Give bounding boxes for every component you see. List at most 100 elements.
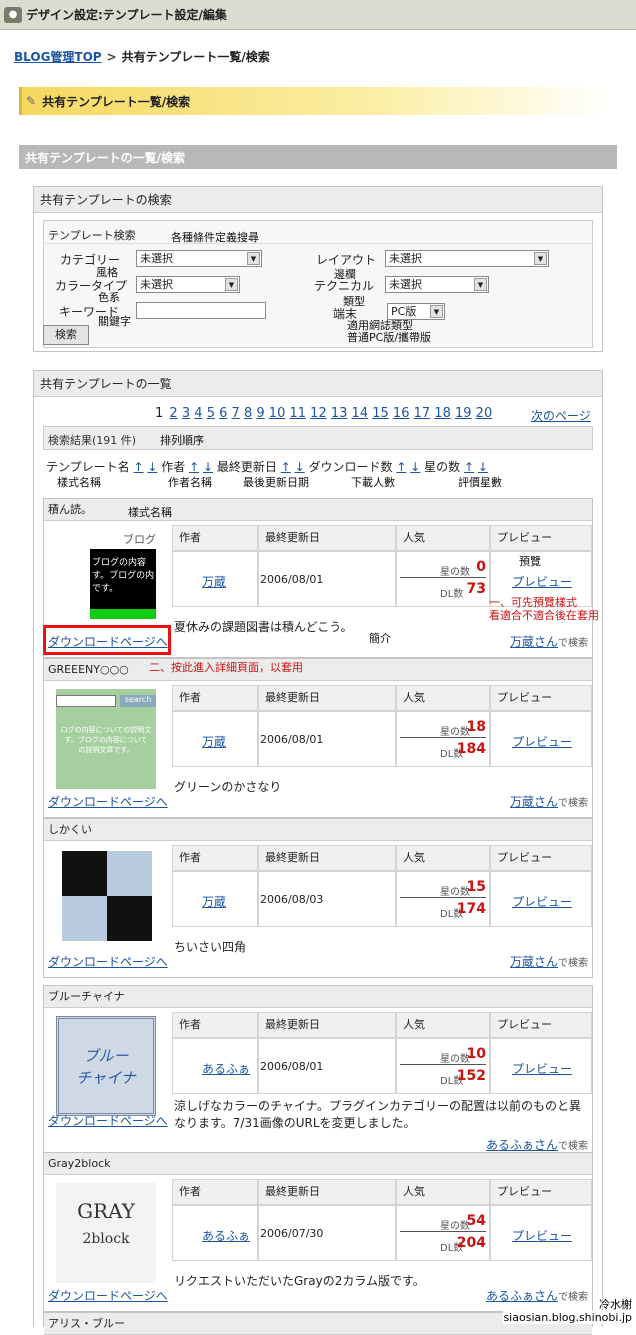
template-thumbnail[interactable]: search ログの内容についての説明文 す。ブログの内容について の説明文章です… (56, 689, 156, 789)
page-link[interactable]: 12 (310, 406, 327, 421)
page-link[interactable]: 9 (256, 406, 264, 421)
category-select[interactable]: 未選択 ▼ (136, 250, 262, 267)
technical-label: テクニカル (314, 279, 375, 293)
page-link[interactable]: 13 (331, 406, 348, 421)
search-by-author-link[interactable]: 万蔵さん (510, 955, 558, 969)
sort-updated-desc[interactable]: ↓ (295, 460, 305, 474)
author-link[interactable]: 万蔵 (202, 573, 226, 590)
col-author-header: 作者 (172, 525, 258, 551)
sort-author-asc[interactable]: ↑ (189, 460, 199, 474)
sort-name-asc[interactable]: ↑ (133, 460, 143, 474)
preview-link[interactable]: プレビュー (512, 733, 572, 750)
author-link[interactable]: あるふぁ (202, 1227, 250, 1244)
preview-annotation: 預覽 (519, 555, 541, 568)
search-by-author-link[interactable]: 万蔵さん (510, 795, 558, 809)
search-sub-annotation: 各種條件定義搜尋 (171, 231, 259, 244)
page-link[interactable]: 7 (232, 406, 240, 421)
preview-link[interactable]: プレビュー (512, 573, 572, 590)
updated-date: 2006/07/30 (260, 1227, 324, 1240)
page-link[interactable]: 19 (455, 406, 472, 421)
page-link[interactable]: 17 (414, 406, 431, 421)
download-page-link[interactable]: ダウンロードページへ (48, 953, 168, 970)
pencil-icon: ✎ (26, 94, 37, 108)
page-link[interactable]: 2 (169, 406, 177, 421)
thumb-text-2: 2block (82, 1231, 130, 1247)
template-name: しかくい (44, 819, 592, 841)
dropdown-arrow-icon: ▼ (247, 252, 260, 265)
search-by-author-link[interactable]: あるふぁさん (486, 1289, 558, 1303)
popularity-divider (400, 577, 486, 578)
page-link[interactable]: 20 (476, 406, 493, 421)
sort-name-desc[interactable]: ↓ (147, 460, 157, 474)
sort-stars-annotation: 評價星數 (458, 476, 502, 489)
sort-author-desc[interactable]: ↓ (203, 460, 213, 474)
updated-date: 2006/08/01 (260, 1060, 324, 1073)
stars-count: 10 (466, 1046, 486, 1062)
sort-downloads-asc[interactable]: ↑ (396, 460, 406, 474)
keyword-input[interactable] (136, 302, 266, 319)
page-link[interactable]: 4 (194, 406, 202, 421)
template-thumbnail[interactable]: ブルー チャイナ (56, 1016, 156, 1116)
page-link[interactable]: 18 (434, 406, 451, 421)
search-by-author: あるふぁさんで検索 (486, 1136, 588, 1153)
page-link[interactable]: 16 (393, 406, 410, 421)
author-link[interactable]: あるふぁ (202, 1060, 250, 1077)
author-link[interactable]: 万蔵 (202, 733, 226, 750)
dropdown-arrow-icon: ▼ (225, 278, 238, 291)
breadcrumb-home-link[interactable]: BLOG管理TOP (14, 50, 102, 64)
sort-updated-asc[interactable]: ↑ (281, 460, 291, 474)
template-entry: GREEENY○○○ search ログの内容についての説明文 す。ブログの内容につ… (43, 658, 593, 818)
color-type-select[interactable]: 未選択 ▼ (136, 276, 240, 293)
template-name: GREEENY○○○ (44, 659, 592, 681)
downloads-count: 204 (456, 1235, 486, 1251)
preview-link[interactable]: プレビュー (512, 1060, 572, 1077)
col-popular-header: 人気 (396, 685, 490, 711)
download-page-link[interactable]: ダウンロードページへ (48, 1112, 168, 1129)
device-annotation-2: 普通PC版/攜帶版 (347, 331, 432, 344)
search-by-author-link[interactable]: 万蔵さん (510, 635, 558, 649)
col-popular-header: 人気 (396, 525, 490, 551)
section-header: ✎ 共有テンプレート一覧/検索 (19, 87, 607, 115)
col-popular-header: 人気 (396, 845, 490, 871)
preview-link[interactable]: プレビュー (512, 1227, 572, 1244)
sort-name-annotation: 樣式名稱 (57, 476, 101, 489)
page-link[interactable]: 8 (244, 406, 252, 421)
search-by-author-link[interactable]: あるふぁさん (486, 1138, 558, 1152)
col-preview-header: プレビュー (490, 685, 592, 711)
preview-link[interactable]: プレビュー (512, 893, 572, 910)
page-link[interactable]: 15 (372, 406, 389, 421)
page-link[interactable]: 14 (352, 406, 369, 421)
download-page-link[interactable]: ダウンロードページへ (48, 793, 168, 810)
sort-stars-desc[interactable]: ↓ (478, 460, 488, 474)
updated-date: 2006/08/01 (260, 733, 324, 746)
search-by-author: 万蔵さんで検索 (510, 793, 588, 810)
col-preview-header: プレビュー (490, 525, 592, 551)
search-suffix: で検索 (558, 1292, 588, 1303)
sort-stars-asc[interactable]: ↑ (464, 460, 474, 474)
downloads-count: 184 (456, 741, 486, 757)
popularity-divider (400, 897, 486, 898)
breadcrumb: BLOG管理TOP > 共有テンプレート一覧/検索 (14, 48, 270, 65)
search-button[interactable]: 検索 (43, 325, 89, 345)
page-link[interactable]: 3 (182, 406, 190, 421)
next-page-link[interactable]: 次のページ (531, 407, 591, 424)
download-page-link[interactable]: ダウンロードページへ (48, 1287, 168, 1304)
sort-name-label: テンプレート名 (46, 460, 130, 474)
page-link[interactable]: 10 (269, 406, 286, 421)
template-thumbnail[interactable]: ブログ ブログの内容 す。ブログの内 です。 (56, 529, 156, 629)
sort-downloads-desc[interactable]: ↓ (410, 460, 420, 474)
search-by-author: あるふぁさんで検索 (486, 1287, 588, 1304)
page-link[interactable]: 11 (289, 406, 306, 421)
thumb-text: ログの内容についての説明文 す。ブログの内容について の説明文章です。 (60, 726, 152, 754)
author-link[interactable]: 万蔵 (202, 893, 226, 910)
col-popular-header: 人気 (396, 1012, 490, 1038)
stars-label: 星の数 (440, 1221, 470, 1232)
page-link[interactable]: 6 (219, 406, 227, 421)
dropdown-arrow-icon: ▼ (534, 252, 547, 265)
template-thumbnail[interactable]: GRAY 2block (56, 1183, 156, 1283)
window-title: デザイン設定:テンプレート設定/編集 (26, 8, 227, 22)
page-link[interactable]: 5 (207, 406, 215, 421)
template-thumbnail[interactable] (56, 849, 156, 949)
layout-select[interactable]: 未選択 ▼ (385, 250, 549, 267)
technical-select[interactable]: 未選択 ▼ (385, 276, 489, 293)
